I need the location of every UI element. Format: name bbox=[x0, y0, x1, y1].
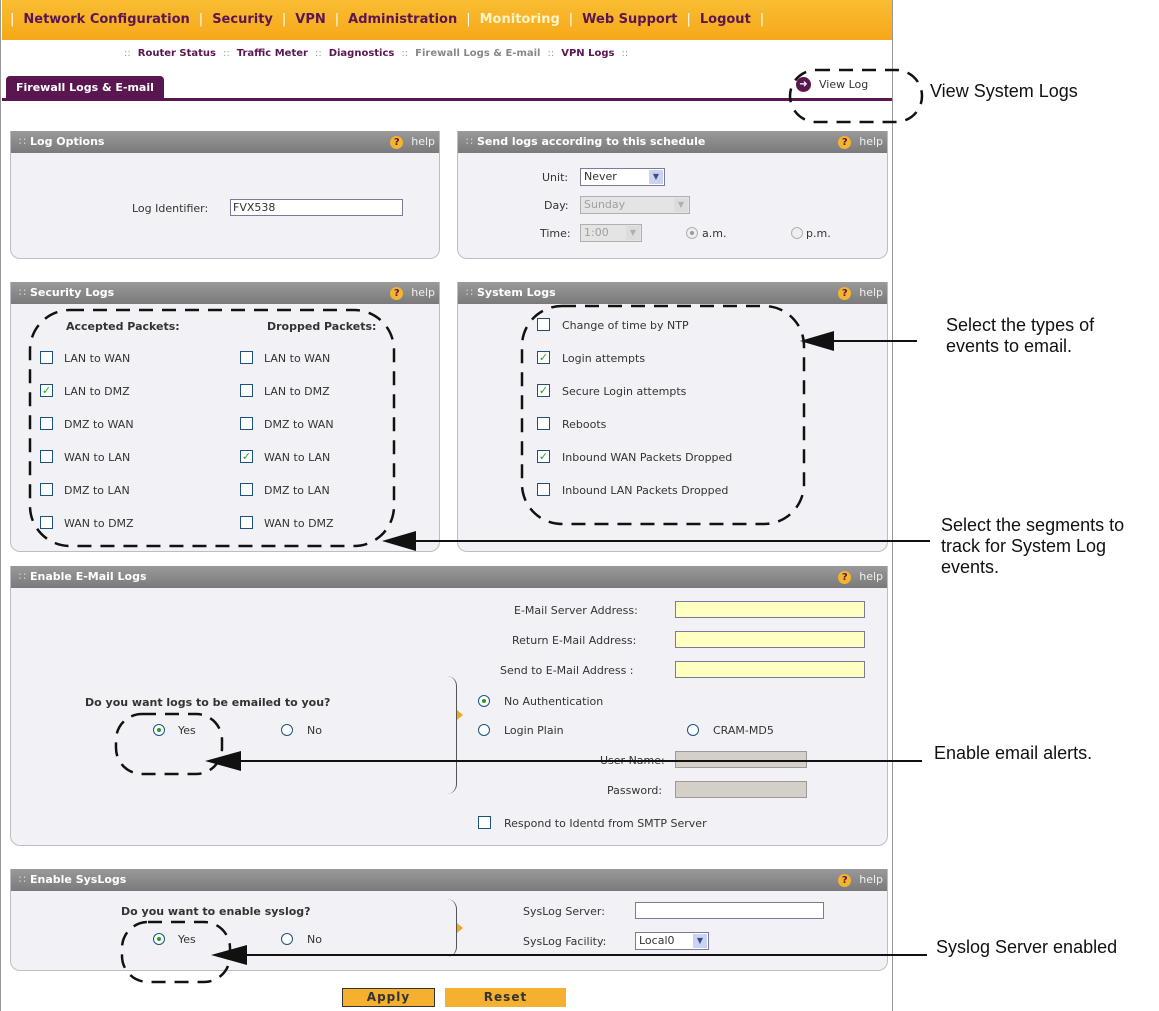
callout-view-system-logs: View System Logs bbox=[930, 81, 1078, 101]
security-logs-highlight bbox=[28, 308, 396, 548]
system-logs-highlight bbox=[520, 304, 806, 526]
syslog-yes-highlight bbox=[120, 920, 232, 984]
callout-select-types: Select the types of events to email. bbox=[946, 315, 1095, 356]
callout-enable-email: Enable email alerts. bbox=[934, 743, 1093, 763]
callout-arrowhead-segments bbox=[382, 531, 416, 551]
email-yes-highlight bbox=[114, 712, 224, 776]
callout-syslog-enabled: Syslog Server enabled bbox=[936, 937, 1118, 957]
callout-select-segments: Select the segments to track for System … bbox=[941, 515, 1125, 577]
view-log-highlight bbox=[788, 68, 924, 124]
callout-arrowhead-email bbox=[205, 751, 241, 771]
annotation-overlay bbox=[28, 68, 930, 984]
